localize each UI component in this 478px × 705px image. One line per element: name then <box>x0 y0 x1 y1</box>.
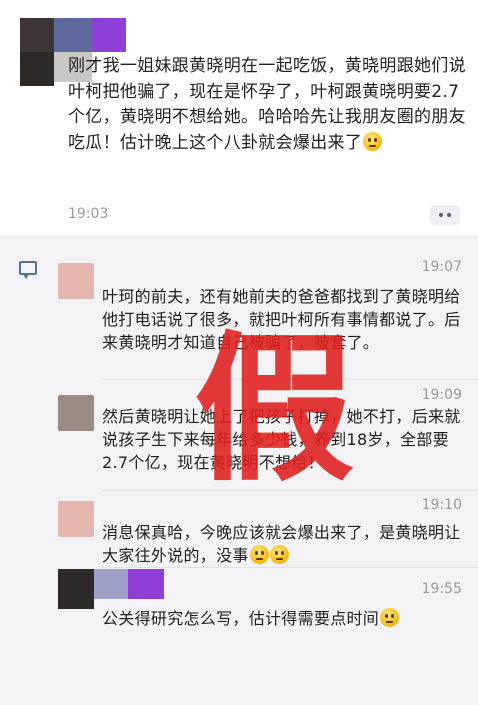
commenter-avatar[interactable] <box>58 263 94 299</box>
comment-bubble-icon <box>19 261 37 279</box>
comment-timestamp: 19:09 <box>421 387 462 403</box>
moments-post: 刚才我一姐妹跟黄晓明在一起吃饭，黄晓明跟她们说叶柯把他骗了，现在是怀孕了，叶柯跟… <box>0 0 478 235</box>
commenter-avatar[interactable] <box>58 569 178 609</box>
comment-divider <box>102 567 478 568</box>
post-timestamp: 19:03 <box>68 206 109 222</box>
comment-text-content: 公关得研究怎么写，估计得需要点时间 <box>102 609 380 628</box>
comment-timestamp: 19:55 <box>421 581 462 597</box>
commenter-avatar[interactable] <box>58 395 94 431</box>
fake-stamp-overlay: 假 <box>194 316 355 503</box>
dot-icon <box>447 213 451 217</box>
comment-timestamp: 19:10 <box>421 497 462 513</box>
post-text: 刚才我一姐妹跟黄晓明在一起吃饭，黄晓明跟她们说叶柯把他骗了，现在是怀孕了，叶柯跟… <box>68 54 468 156</box>
comment-timestamp: 19:07 <box>421 259 462 275</box>
thinking-face-icon <box>363 131 383 151</box>
thinking-face-icon <box>249 545 269 564</box>
commenter-avatar[interactable] <box>58 501 94 537</box>
comment-text: 消息保真哈，今晚应该就会爆出来了，是黄晓明让大家往外说的，没事 <box>102 521 474 567</box>
post-text-content: 刚才我一姐妹跟黄晓明在一起吃饭，黄晓明跟她们说叶柯把他骗了，现在是怀孕了，叶柯跟… <box>68 56 466 153</box>
thinking-face-icon <box>380 608 400 627</box>
dot-icon <box>439 213 443 217</box>
comment-text: 公关得研究怎么写，估计得需要点时间 <box>102 607 474 630</box>
more-options-button[interactable] <box>430 205 460 225</box>
thinking-face-icon <box>269 545 289 564</box>
